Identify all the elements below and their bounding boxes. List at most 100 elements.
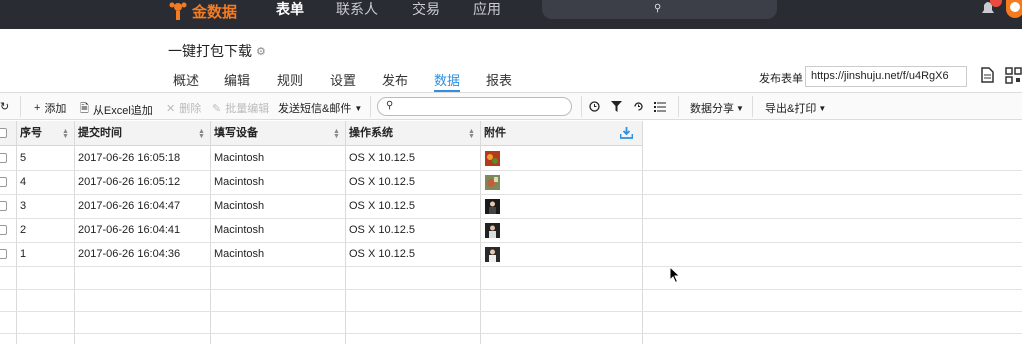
add-button[interactable]: + 添加: [34, 100, 66, 116]
cell-time[interactable]: 2017-06-26 16:05:18: [74, 146, 210, 170]
caret-down-icon: ▼: [354, 103, 363, 113]
tab-edit[interactable]: 编辑: [224, 70, 250, 92]
page-title: 一键打包下载: [168, 43, 252, 59]
publish-label: 发布表单: [759, 73, 803, 85]
history-icon[interactable]: [633, 101, 644, 112]
delete-label: 删除: [179, 103, 202, 115]
sort-icon[interactable]: ▲ ▼: [468, 128, 475, 140]
row-divider: [0, 289, 1022, 290]
pencil-icon: ✎: [212, 102, 222, 115]
cell-os[interactable]: OS X 10.12.5: [345, 242, 480, 266]
clock-icon[interactable]: [589, 101, 600, 112]
data-search-input[interactable]: ⚲: [377, 97, 572, 116]
cell-device[interactable]: Macintosh: [210, 194, 345, 218]
attachment-thumbnail[interactable]: [485, 151, 500, 166]
select-all-checkbox[interactable]: [0, 128, 7, 138]
cell-id[interactable]: 2: [16, 218, 74, 242]
notification-badge: [990, 0, 1002, 7]
cell-device[interactable]: Macintosh: [210, 218, 345, 242]
search-icon: ⚲: [654, 3, 662, 14]
column-header-device[interactable]: 填写设备: [210, 121, 345, 145]
toolbar-divider: [370, 96, 371, 117]
column-header-attachment[interactable]: 附件: [480, 121, 620, 145]
cell-os[interactable]: OS X 10.12.5: [345, 218, 480, 242]
sort-icon[interactable]: ▲ ▼: [62, 128, 69, 140]
nav-contacts[interactable]: 联系人: [336, 0, 378, 22]
row-checkbox[interactable]: [0, 177, 7, 187]
cell-id[interactable]: 3: [16, 194, 74, 218]
batch-edit-label: 批量编辑: [225, 103, 270, 115]
publish-url-field[interactable]: https://jinshuju.net/f/u4RgX6: [805, 66, 967, 87]
avatar-image: [1010, 2, 1020, 12]
column-header-time[interactable]: 提交时间: [74, 121, 210, 145]
caret-down-icon: ▼: [736, 103, 744, 113]
export-print-dropdown[interactable]: 导出&打印 ▼: [765, 100, 826, 116]
cell-device[interactable]: Macintosh: [210, 146, 345, 170]
toolbar-divider: [20, 96, 21, 117]
attachment-thumbnail[interactable]: [485, 175, 500, 190]
cell-time[interactable]: 2017-06-26 16:04:47: [74, 194, 210, 218]
row-checkbox[interactable]: [0, 201, 7, 211]
delete-button[interactable]: ✕ 删除: [166, 100, 201, 116]
avatar[interactable]: [1006, 0, 1022, 18]
tab-publish[interactable]: 发布: [382, 70, 408, 92]
attachment-thumbnail[interactable]: [485, 199, 500, 214]
row-checkbox[interactable]: [0, 249, 7, 259]
cell-os[interactable]: OS X 10.12.5: [345, 146, 480, 170]
list-icon[interactable]: [654, 101, 666, 112]
row-divider: [0, 333, 1022, 334]
row-divider: [0, 311, 1022, 312]
close-icon: ✕: [166, 102, 176, 115]
cell-id[interactable]: 4: [16, 170, 74, 194]
tab-reports[interactable]: 报表: [486, 70, 512, 92]
nav-apps[interactable]: 应用: [473, 0, 501, 22]
nav-transactions[interactable]: 交易: [412, 0, 440, 22]
row-checkbox[interactable]: [0, 225, 7, 235]
cell-os[interactable]: OS X 10.12.5: [345, 194, 480, 218]
row-checkbox[interactable]: [0, 153, 7, 163]
nav-forms[interactable]: 表单: [276, 0, 304, 22]
batch-edit-button[interactable]: ✎ 批量编辑: [212, 100, 269, 116]
share-data-label: 数据分享: [690, 103, 734, 115]
mouse-cursor-icon: [669, 266, 681, 284]
filter-icon[interactable]: [611, 101, 622, 112]
plus-icon: +: [34, 102, 41, 114]
cell-id[interactable]: 1: [16, 242, 74, 266]
file-icon: 🗎: [80, 103, 89, 115]
tab-settings[interactable]: 设置: [330, 70, 356, 92]
cell-id[interactable]: 5: [16, 146, 74, 170]
sort-icon[interactable]: ▲ ▼: [198, 128, 205, 140]
send-sms-dropdown[interactable]: 发送短信&邮件 ▼: [278, 100, 362, 116]
sort-icon[interactable]: ▲ ▼: [333, 128, 340, 140]
import-excel-button[interactable]: 🗎 从Excel追加: [80, 100, 153, 119]
data-table: 序号 ▲ ▼ 提交时间 ▲ ▼ 填写设备 ▲ ▼ 操作系统 ▲ ▼ 附件 5 2017-…: [0, 121, 1022, 344]
cell-time[interactable]: 2017-06-26 16:04:36: [74, 242, 210, 266]
attachment-thumbnail[interactable]: [485, 223, 500, 238]
download-icon[interactable]: [620, 127, 633, 139]
tab-rules[interactable]: 规则: [277, 70, 303, 92]
cell-device[interactable]: Macintosh: [210, 242, 345, 266]
add-label: 添加: [44, 103, 67, 115]
cell-os[interactable]: OS X 10.12.5: [345, 170, 480, 194]
toolbar-divider: [678, 96, 679, 117]
global-search-input[interactable]: ⚲: [542, 0, 777, 19]
gear-icon[interactable]: ⚙: [256, 45, 266, 58]
row-divider: [0, 266, 1022, 267]
column-header-os[interactable]: 操作系统: [345, 121, 480, 145]
toolbar-divider: [752, 96, 753, 117]
toolbar-divider: [581, 96, 582, 117]
document-icon[interactable]: [981, 67, 994, 83]
export-print-label: 导出&打印: [765, 103, 817, 115]
share-data-dropdown[interactable]: 数据分享 ▼: [690, 100, 744, 116]
cell-device[interactable]: Macintosh: [210, 170, 345, 194]
brand-logo[interactable]: 金数据: [168, 0, 237, 22]
cell-time[interactable]: 2017-06-26 16:04:41: [74, 218, 210, 242]
tab-overview[interactable]: 概述: [173, 70, 199, 92]
attachment-thumbnail[interactable]: [485, 247, 500, 262]
import-excel-label: 从Excel追加: [92, 104, 153, 117]
refresh-icon[interactable]: ↻: [0, 100, 9, 113]
cell-time[interactable]: 2017-06-26 16:05:12: [74, 170, 210, 194]
brand-name: 金数据: [192, 3, 238, 21]
tab-data[interactable]: 数据: [434, 70, 461, 92]
qrcode-icon[interactable]: [1005, 67, 1022, 84]
